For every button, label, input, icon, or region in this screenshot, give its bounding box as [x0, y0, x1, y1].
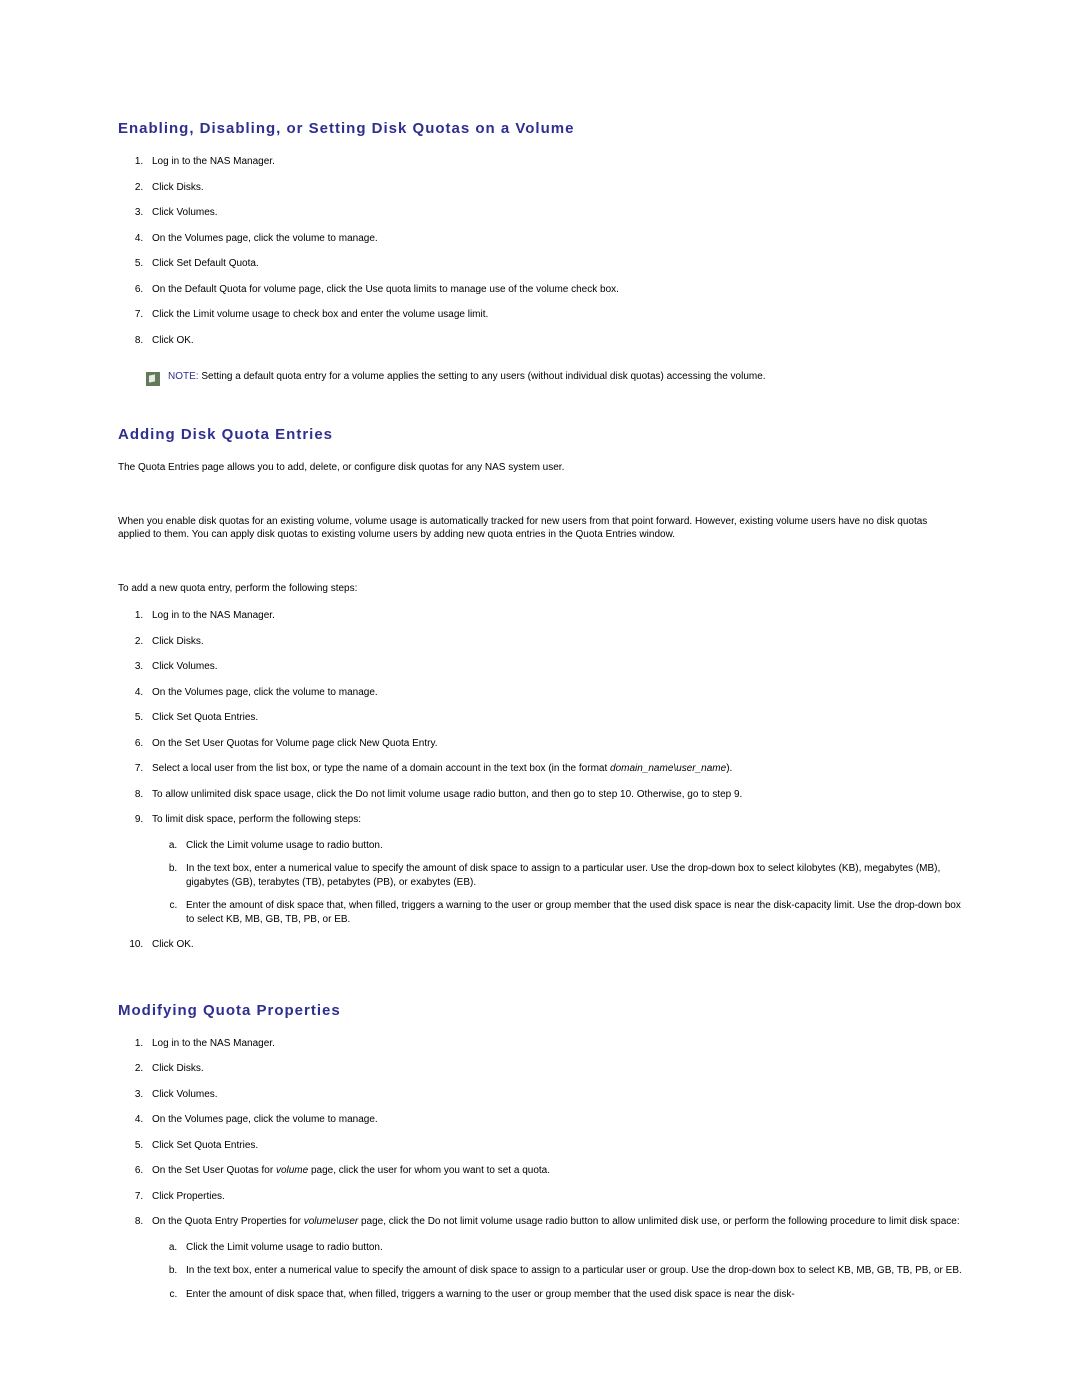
step-item: To limit disk space, perform the followi… — [146, 813, 962, 926]
step-text: To limit disk space, perform the followi… — [152, 814, 361, 825]
substep-item: Enter the amount of disk space that, whe… — [180, 1288, 962, 1302]
step-text: On the Set User Quotas for — [152, 1165, 276, 1176]
paragraph: When you enable disk quotas for an exist… — [118, 515, 962, 542]
step-item: Select a local user from the list box, o… — [146, 762, 962, 776]
note-label: NOTE: — [168, 371, 199, 382]
paragraph: To add a new quota entry, perform the fo… — [118, 582, 962, 596]
step-item: Click Volumes. — [146, 1088, 962, 1102]
step-item: Log in to the NAS Manager. — [146, 155, 962, 169]
substep-item: Enter the amount of disk space that, whe… — [180, 899, 962, 926]
step-item: Log in to the NAS Manager. — [146, 1037, 962, 1051]
substep-item: Click the Limit volume usage to radio bu… — [180, 839, 962, 853]
step-item: Click Set Quota Entries. — [146, 711, 962, 725]
substep-item: In the text box, enter a numerical value… — [180, 1264, 962, 1278]
step-text: Select a local user from the list box, o… — [152, 763, 610, 774]
note-icon — [146, 372, 160, 386]
step-text: ). — [726, 763, 732, 774]
step-item: Click Set Default Quota. — [146, 257, 962, 271]
step-text: page, click the user for whom you want t… — [308, 1165, 550, 1176]
note-box: NOTE: Setting a default quota entry for … — [146, 371, 962, 386]
step-item: On the Set User Quotas for Volume page c… — [146, 737, 962, 751]
steps-list-1: Log in to the NAS Manager. Click Disks. … — [118, 155, 962, 347]
substep-item: In the text box, enter a numerical value… — [180, 862, 962, 889]
step-item: Log in to the NAS Manager. — [146, 609, 962, 623]
step-item: Click OK. — [146, 334, 962, 348]
step-item: Click Properties. — [146, 1190, 962, 1204]
step-item: On the Volumes page, click the volume to… — [146, 686, 962, 700]
step-item: Click Disks. — [146, 635, 962, 649]
heading-modifying-properties: Modifying Quota Properties — [118, 1002, 962, 1019]
substeps-list: Click the Limit volume usage to radio bu… — [152, 1241, 962, 1302]
substep-item: Click the Limit volume usage to radio bu… — [180, 1241, 962, 1255]
step-item: To allow unlimited disk space usage, cli… — [146, 788, 962, 802]
format-term: domain_name\user_name — [610, 763, 726, 774]
step-item: On the Volumes page, click the volume to… — [146, 1113, 962, 1127]
heading-adding-entries: Adding Disk Quota Entries — [118, 426, 962, 443]
document-page: Enabling, Disabling, or Setting Disk Quo… — [0, 0, 1080, 1365]
step-item: Click Disks. — [146, 1062, 962, 1076]
paragraph: The Quota Entries page allows you to add… — [118, 461, 962, 475]
volume-term: volume — [276, 1165, 308, 1176]
step-item: Click Set Quota Entries. — [146, 1139, 962, 1153]
steps-list-3: Log in to the NAS Manager. Click Disks. … — [118, 1037, 962, 1302]
step-item: Click OK. — [146, 938, 962, 952]
volume-user-term: volume\user — [304, 1216, 358, 1227]
note-text: NOTE: Setting a default quota entry for … — [168, 371, 766, 382]
note-body: Setting a default quota entry for a volu… — [199, 371, 766, 382]
step-text: page, click the Do not limit volume usag… — [358, 1216, 959, 1227]
step-item: On the Volumes page, click the volume to… — [146, 232, 962, 246]
step-item: Click the Limit volume usage to check bo… — [146, 308, 962, 322]
step-item: Click Disks. — [146, 181, 962, 195]
steps-list-2: Log in to the NAS Manager. Click Disks. … — [118, 609, 962, 952]
step-text: On the Quota Entry Properties for — [152, 1216, 304, 1227]
step-item: Click Volumes. — [146, 660, 962, 674]
step-item: On the Quota Entry Properties for volume… — [146, 1215, 962, 1301]
step-item: On the Default Quota for volume page, cl… — [146, 283, 962, 297]
step-item: On the Set User Quotas for volume page, … — [146, 1164, 962, 1178]
substeps-list: Click the Limit volume usage to radio bu… — [152, 839, 962, 927]
heading-enabling-quotas: Enabling, Disabling, or Setting Disk Quo… — [118, 120, 962, 137]
step-item: Click Volumes. — [146, 206, 962, 220]
